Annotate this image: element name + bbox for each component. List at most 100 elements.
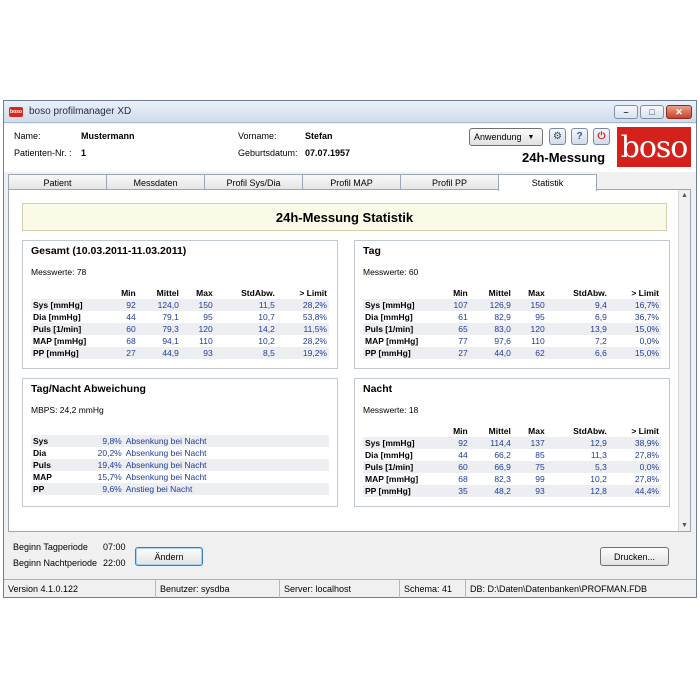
- status-version: Version 4.1.0.122: [4, 580, 156, 598]
- cell: 19,2%: [276, 347, 329, 359]
- cell: 65: [439, 323, 470, 335]
- table-row: PP [mmHg] 27 44,9 93 8,5 19,2%: [31, 347, 329, 359]
- period-controls: Beginn Tagperiode 07:00 Beginn Nachtperi…: [4, 533, 696, 578]
- row-label: PP [mmHg]: [363, 347, 439, 359]
- cell: 10,7: [258, 312, 275, 322]
- cell: 85: [535, 450, 545, 460]
- tab-profil-pp[interactable]: Profil PP: [400, 174, 499, 190]
- title-bar[interactable]: boso boso profilmanager XD – □ ✕: [4, 101, 696, 123]
- row-label: PP: [31, 483, 73, 495]
- table-row: Puls 19,4% Absenkung bei Nacht: [31, 459, 329, 471]
- vorname-value: Stefan: [305, 131, 333, 141]
- row-label: Sys [mmHg]: [363, 299, 439, 311]
- status-schema: Schema: 41: [400, 580, 466, 598]
- cell: 0,0%: [608, 461, 661, 473]
- abweichung-title: Tag/Nacht Abweichung: [31, 383, 146, 395]
- patient-number-label: Patienten-Nr. :: [14, 148, 72, 158]
- cell: 60: [107, 323, 138, 335]
- maximize-button[interactable]: □: [640, 105, 664, 119]
- cell: Anstieg bei Nacht: [123, 483, 329, 495]
- anwendung-dropdown[interactable]: Anwendung ▼: [469, 128, 543, 146]
- cell: 92: [439, 437, 470, 449]
- vertical-scrollbar[interactable]: ▲ ▼: [678, 190, 690, 531]
- close-button[interactable]: ✕: [666, 105, 692, 119]
- name-label: Name:: [14, 131, 41, 141]
- cell: 66,2: [494, 450, 511, 460]
- column-header: Mittel: [488, 426, 511, 436]
- table-row: Sys [mmHg] 92 124,0 150 11,5 28,2%: [31, 299, 329, 311]
- drucken-button[interactable]: Drucken...: [600, 547, 669, 566]
- statistik-content: 24h-Messung Statistik Gesamt (10.03.2011…: [8, 189, 691, 532]
- table-row: Dia 20,2% Absenkung bei Nacht: [31, 447, 329, 459]
- cell: 95: [203, 312, 213, 322]
- help-button[interactable]: ?: [571, 128, 588, 145]
- cell: Absenkung bei Nacht: [125, 448, 207, 458]
- geburtsdatum-value: 07.07.1957: [305, 148, 351, 158]
- cell: 9,6%: [72, 483, 124, 495]
- cell: 137: [512, 437, 547, 449]
- row-label: Puls [1/min]: [363, 461, 439, 473]
- gesamt-panel: Gesamt (10.03.2011-11.03.2011) Messwerte…: [22, 240, 338, 369]
- cell: 5,3: [546, 461, 609, 473]
- cell: 75: [512, 461, 547, 473]
- row-label: MAP [mmHg]: [365, 474, 419, 484]
- tagperiode-time: 07:00: [103, 542, 126, 552]
- column-header: Min: [121, 288, 136, 298]
- cell: 11,3: [590, 450, 607, 460]
- cell: 8,5: [214, 347, 277, 359]
- table-row: PP [mmHg] 35 48,2 93 12,8 44,4%: [363, 485, 661, 497]
- row-label: Sys [mmHg]: [31, 299, 107, 311]
- chevron-down-icon: ▼: [527, 133, 535, 141]
- cell: 27,8%: [634, 474, 659, 484]
- tab-messdaten[interactable]: Messdaten: [106, 174, 205, 190]
- column-header: Max: [196, 288, 213, 298]
- cell: 62: [512, 347, 547, 359]
- nacht-table: Min Mittel Max StdAbw. > Limit Sys [mmHg…: [363, 425, 661, 497]
- cell: 44,4%: [608, 485, 661, 497]
- cell: 9,4: [546, 299, 609, 311]
- cell: 68: [126, 336, 136, 346]
- power-button[interactable]: ⏻: [593, 128, 610, 145]
- cell: 150: [512, 299, 547, 311]
- gesamt-count: Messwerte: 78: [31, 267, 87, 277]
- cell: 19,4%: [72, 459, 124, 471]
- aendern-button[interactable]: Ändern: [135, 547, 203, 566]
- cell: 14,2: [214, 323, 277, 335]
- status-bar: Version 4.1.0.122 Benutzer: sysdba Serve…: [4, 579, 696, 598]
- row-label: Puls: [31, 459, 73, 471]
- tab-profil-sys-dia[interactable]: Profil Sys/Dia: [204, 174, 303, 190]
- cell: 53,8%: [302, 312, 327, 322]
- column-header: Max: [528, 426, 545, 436]
- cell: 11,5%: [276, 323, 329, 335]
- row-label: MAP: [33, 472, 52, 482]
- gesamt-table: Min Mittel Max StdAbw. > Limit Sys [mmHg…: [31, 287, 329, 359]
- scroll-up-icon[interactable]: ▲: [681, 192, 688, 199]
- column-header: > Limit: [631, 288, 659, 298]
- tab-statistik[interactable]: Statistik: [498, 174, 597, 191]
- cell: 44: [458, 450, 468, 460]
- cell: 120: [180, 323, 215, 335]
- cell: 9,8%: [72, 435, 124, 447]
- tab-profil-map[interactable]: Profil MAP: [302, 174, 401, 190]
- cell: 20,2%: [97, 448, 122, 458]
- cell: 44,9: [137, 347, 181, 359]
- settings-tool-button[interactable]: ⚙: [549, 128, 566, 145]
- cell: 27,8%: [634, 450, 659, 460]
- maximize-icon: □: [649, 106, 655, 117]
- tab-patient[interactable]: Patient: [8, 174, 107, 190]
- cell: 16,7%: [608, 299, 661, 311]
- row-label: Puls [1/min]: [363, 323, 439, 335]
- cell: 110: [531, 336, 545, 346]
- cell: Absenkung bei Nacht: [125, 472, 207, 482]
- measurement-mode-title: 24h-Messung: [522, 150, 606, 165]
- tag-panel: Tag Messwerte: 60 Min Mittel Max StdAbw.…: [354, 240, 670, 369]
- abweichung-panel: Tag/Nacht Abweichung MBPS: 24,2 mmHg Sys…: [22, 378, 338, 507]
- table-row: Sys [mmHg] 92 114,4 137 12,9 38,9%: [363, 437, 661, 449]
- boso-logo: boso: [617, 127, 691, 167]
- scroll-down-icon[interactable]: ▼: [681, 522, 688, 529]
- row-label: PP [mmHg]: [31, 347, 107, 359]
- cell: 114,4: [469, 437, 513, 449]
- column-header: Mittel: [156, 288, 179, 298]
- table-row: Dia [mmHg] 61 82,9 95 6,9 36,7%: [363, 311, 661, 323]
- minimize-button[interactable]: –: [614, 105, 638, 119]
